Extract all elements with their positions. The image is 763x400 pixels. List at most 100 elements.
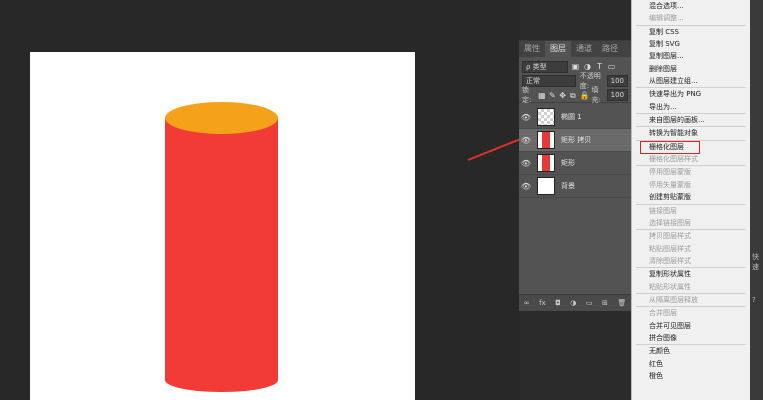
layer-list: 👁 椭圆 1 👁 矩形 拷贝 👁 矩形 👁 背景 [519,106,631,198]
lock-label: 锁定: [522,86,532,104]
document-canvas[interactable] [30,52,415,400]
bottom-4-icon[interactable]: ▭ [586,299,593,307]
menu-item[interactable]: 复制 SVG [632,38,750,50]
menu-item: 合并图层 [632,307,750,319]
fill-input[interactable]: 100 [606,89,629,101]
menu-item: 编辑调整... [632,12,750,24]
lock-artboard-icon[interactable]: ⧉ [569,91,576,100]
menu-item-label: 从隔离图层释放 [649,295,698,304]
lock-all-icon[interactable]: 🔒 [579,91,589,100]
menu-item[interactable]: 橙色 [632,370,750,382]
menu-item-label: 删除图层 [649,64,677,73]
tab-2[interactable]: 通道 [571,41,597,57]
cylinder-body-rectangle [165,118,278,392]
menu-item[interactable]: 混合选项... [632,0,750,12]
menu-item: 停用图层蒙版 [632,166,750,178]
layer-row[interactable]: 👁 椭圆 1 [519,106,631,129]
help-icon[interactable]: ? [752,296,756,304]
menu-item[interactable]: 导出为... [632,101,750,113]
menu-item: 从隔离图层释放 [632,294,750,306]
visibility-eye-icon[interactable]: 👁 [519,159,533,168]
lock-pixels-icon[interactable]: ▦ [538,91,546,100]
menu-item[interactable]: 转换为智能对象 [632,127,750,139]
bottom-3-icon[interactable]: ◑ [570,299,576,307]
menu-item[interactable]: 栅格化图层 [632,140,750,154]
layer-row[interactable]: 👁 矩形 拷贝 [519,129,631,152]
visibility-eye-icon[interactable]: 👁 [519,182,533,191]
filter-pixel-icon[interactable]: ▣ [571,62,580,71]
menu-item: 清除图层样式 [632,255,750,267]
menu-item-label: 编辑调整... [649,14,684,23]
layer-name[interactable]: 背景 [561,181,575,191]
menu-item[interactable]: 复制图层... [632,50,750,62]
menu-item: 停用矢量蒙版 [632,179,750,191]
menu-item[interactable]: 无颜色 [632,345,750,357]
menu-item[interactable]: 复制 CSS [632,26,750,38]
bottom-0-icon[interactable]: ∞ [524,299,530,307]
menu-item-label: 粘贴图层样式 [649,244,691,253]
blend-row: 正常 不透明度: 100 [519,72,631,90]
layers-panel: 属性 图层 通道 路径 ρ 类型 ▣ ◑ T ▭ 正常 不透明度: 100 锁定: ▦… [519,40,631,311]
menu-item[interactable]: 红色 [632,358,750,370]
layer-row[interactable]: 👁 矩形 [519,152,631,175]
menu-item: 拷贝图层样式 [632,230,750,242]
menu-item-label: 拼合图像 [649,333,677,342]
layer-name[interactable]: 矩形 [561,158,575,168]
layers-bottom-bar: ∞ fx ◘ ◑ ▭ ⊞ 🗑 [519,294,631,311]
menu-item[interactable]: 从图层建立组... [632,75,750,87]
tab-1[interactable]: 图层 [545,41,571,57]
menu-item[interactable]: 创建剪贴蒙版 [632,191,750,203]
bottom-2-icon[interactable]: ◘ [555,299,561,307]
menu-item[interactable]: 删除图层 [632,63,750,75]
thumbnail-shape [542,132,550,148]
menu-item-label: 转换为智能对象 [649,129,698,138]
filter-type-icon[interactable]: T [595,62,604,71]
bottom-6-icon[interactable]: 🗑 [617,299,626,307]
menu-item-label: 复制形状属性 [649,270,691,279]
layer-name[interactable]: 矩形 拷贝 [561,135,591,145]
menu-item-label: 停用矢量蒙版 [649,180,691,189]
menu-item: 粘贴形状属性 [632,281,750,293]
bottom-5-icon[interactable]: ⊞ [602,299,608,307]
menu-item[interactable]: 来自图层的画板... [632,114,750,126]
thumbnail-shape [542,155,550,171]
menu-item-label: 来自图层的画板... [649,116,705,125]
lock-paint-icon[interactable]: ✎ [549,91,556,100]
menu-item[interactable]: 合并可见图层 [632,320,750,332]
visibility-eye-icon[interactable]: 👁 [519,136,533,145]
menu-item-label: 拷贝图层样式 [649,232,691,241]
canvas-area[interactable] [0,0,520,400]
menu-item-label: 合并可见图层 [649,321,691,330]
menu-item-label: 复制图层... [649,52,684,61]
menu-item: 链接图层 [632,205,750,217]
menu-item[interactable]: 复制形状属性 [632,268,750,280]
menu-item-label: 创建剪贴蒙版 [649,193,691,202]
context-menu: 混合选项... 编辑调整... 复制 CSS 复制 SVG 复制图层... 删除图层从图层… [631,0,751,400]
menu-item-label: 选择链接图层 [649,218,691,227]
lock-move-icon[interactable]: ✥ [559,91,566,100]
tab-3[interactable]: 路径 [597,41,623,57]
layer-row[interactable]: 👁 背景 [519,175,631,198]
cylinder-top-ellipse [165,102,278,134]
menu-item: 选择链接图层 [632,217,750,229]
menu-item[interactable]: 快速导出为 PNG [632,88,750,100]
menu-item-label: 橙色 [649,371,663,380]
menu-item-label: 栅格化图层样式 [649,155,698,164]
filter-shape-icon[interactable]: ▭ [607,62,616,71]
layer-thumbnail [537,154,555,172]
layer-name[interactable]: 椭圆 1 [561,112,582,122]
menu-item-label: 混合选项... [649,2,684,10]
menu-item-label: 无颜色 [649,347,670,356]
menu-item-label: 复制 CSS [649,27,679,36]
bottom-1-icon[interactable]: fx [539,299,546,307]
tab-0[interactable]: 属性 [519,41,545,57]
menu-item-label: 合并图层 [649,309,677,318]
visibility-eye-icon[interactable]: 👁 [519,113,533,122]
menu-item[interactable]: 拼合图像 [632,332,750,344]
highlight-box [640,140,700,154]
layer-thumbnail [537,177,555,195]
opacity-input[interactable]: 100 [606,75,628,87]
filter-adjust-icon[interactable]: ◑ [583,62,592,71]
layer-filter-select[interactable]: ρ 类型 [522,60,568,73]
menu-item-label: 链接图层 [649,206,677,215]
